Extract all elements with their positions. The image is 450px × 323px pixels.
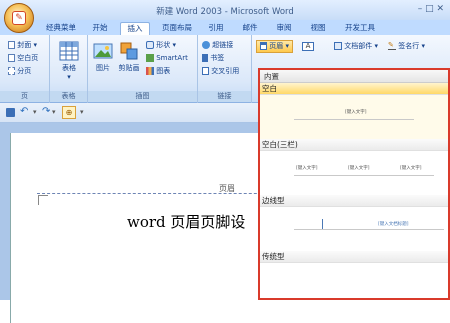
gallery-preview-traditional[interactable] (260, 263, 448, 298)
blank-page-icon (8, 54, 15, 62)
save-icon[interactable] (6, 108, 15, 117)
document-parts-button[interactable]: 文档部件 ▾ (334, 41, 378, 52)
gallery-section-blank-three-column[interactable]: 空白(三栏) (260, 139, 448, 151)
hyperlink-button[interactable]: 超链接 (202, 40, 233, 51)
tab-page-layout[interactable]: 页面布局 (156, 22, 198, 35)
office-button[interactable]: ✎ (4, 3, 34, 33)
shapes-icon (146, 41, 154, 49)
preview-placeholder-left: [键入文字] (296, 166, 318, 171)
cross-reference-icon (202, 67, 209, 75)
clipart-button[interactable]: 剪贴画 (116, 41, 142, 73)
chart-icon (146, 67, 154, 75)
group-links: 超链接 书签 交叉引用 链接 (198, 35, 252, 103)
preview-line (294, 229, 444, 230)
ribbon-tabs: 经典菜单 开始 插入 页面布局 引用 邮件 审阅 视图 开发工具 (0, 20, 450, 35)
header-separator (37, 193, 277, 194)
custom-command-icon[interactable]: ⊕ (62, 106, 76, 119)
preview-side-bar (322, 219, 323, 229)
undo-dropdown-icon[interactable]: ▾ (33, 108, 37, 116)
group-pages-label: 页 (0, 91, 49, 102)
gallery-section-traditional[interactable]: 传统型 (260, 251, 448, 263)
textbox-icon: A (302, 41, 314, 51)
cover-page-icon (8, 41, 15, 49)
quick-access-toolbar: ↶ ▾ ↷ ▾ ⊕ ▾ (0, 103, 260, 123)
header-gallery[interactable]: 内置 空白 [键入文字] 空白(三栏) [键入文字] [键入文字] [键入文字]… (258, 68, 450, 300)
cross-reference-button[interactable]: 交叉引用 (202, 66, 239, 77)
tab-classic-menu[interactable]: 经典菜单 (40, 22, 82, 35)
cover-page-button[interactable]: 封面 ▾ (8, 40, 37, 51)
title-bar: 新建 Word 2003 - Microsoft Word – □ ✕ (0, 0, 450, 22)
globe-link-icon (202, 41, 210, 49)
customize-qat-icon[interactable]: ▾ (80, 108, 84, 116)
header-button[interactable]: 页眉 ▾ (256, 40, 293, 53)
gallery-section-blank[interactable]: 空白 (260, 83, 448, 95)
gallery-preview-blank[interactable]: [键入文字] (260, 95, 448, 139)
group-links-label: 链接 (198, 91, 251, 102)
group-tables: 表格 ▾ 表格 (50, 35, 88, 103)
blank-page-button[interactable]: 空白页 (8, 53, 38, 64)
tab-home[interactable]: 开始 (86, 22, 114, 35)
header-icon (260, 42, 267, 50)
window-controls[interactable]: – □ ✕ (418, 4, 444, 14)
picture-button[interactable]: 图片 (92, 41, 114, 73)
textbox-button[interactable]: A (302, 41, 314, 52)
gallery-preview-three-column[interactable]: [键入文字] [键入文字] [键入文字] (260, 151, 448, 195)
preview-placeholder: [键入文字] (345, 110, 367, 115)
smartart-icon (146, 54, 154, 62)
shapes-button[interactable]: 形状 ▾ (146, 40, 176, 51)
document-area: 页眉 word 页眉页脚设 (0, 123, 277, 323)
preview-line (294, 119, 414, 120)
signature-icon: ✎ (388, 42, 396, 50)
preview-placeholder-center: [键入文字] (348, 166, 370, 171)
document-parts-icon (334, 42, 342, 50)
group-tables-label: 表格 (50, 91, 87, 102)
document-body-text[interactable]: word 页眉页脚设 (127, 211, 245, 232)
tab-references[interactable]: 引用 (204, 22, 228, 35)
page-break-icon (8, 67, 15, 75)
table-icon (59, 41, 79, 61)
preview-placeholder: [键入文档标题] (378, 222, 409, 227)
tab-insert[interactable]: 插入 (120, 22, 150, 35)
tab-review[interactable]: 审阅 (272, 22, 296, 35)
tab-view[interactable]: 视图 (306, 22, 330, 35)
redo-icon[interactable]: ↷ (42, 106, 50, 117)
document-page[interactable]: 页眉 word 页眉页脚设 (10, 133, 277, 323)
table-button[interactable]: 表格 ▾ (56, 41, 82, 81)
signature-line-button[interactable]: ✎ 签名行 ▾ (388, 41, 425, 52)
bookmark-icon (202, 54, 208, 62)
preview-line (294, 175, 434, 176)
group-illustrations-label: 插图 (88, 91, 197, 102)
preview-placeholder-right: [键入文字] (400, 166, 422, 171)
bookmark-button[interactable]: 书签 (202, 53, 224, 64)
office-logo-icon: ✎ (12, 11, 26, 25)
gallery-preview-sideline[interactable]: [键入文档标题] (260, 207, 448, 251)
page-break-button[interactable]: 分页 (8, 66, 31, 77)
gallery-title: 内置 (260, 70, 448, 83)
group-illustrations: 图片 剪贴画 形状 ▾ SmartArt 图表 插图 (88, 35, 198, 103)
header-corner-mark (38, 195, 48, 205)
gallery-section-sideline[interactable]: 边线型 (260, 195, 448, 207)
window-title: 新建 Word 2003 - Microsoft Word (156, 7, 294, 17)
clipart-icon (120, 42, 138, 60)
tab-developer[interactable]: 开发工具 (340, 22, 380, 35)
chart-button[interactable]: 图表 (146, 66, 170, 77)
group-pages: 封面 ▾ 空白页 分页 页 (0, 35, 50, 103)
undo-icon[interactable]: ↶ (20, 106, 28, 117)
picture-icon (93, 43, 113, 59)
redo-dropdown-icon[interactable]: ▾ (52, 108, 56, 116)
tab-mailings[interactable]: 邮件 (238, 22, 262, 35)
smartart-button[interactable]: SmartArt (146, 53, 188, 64)
